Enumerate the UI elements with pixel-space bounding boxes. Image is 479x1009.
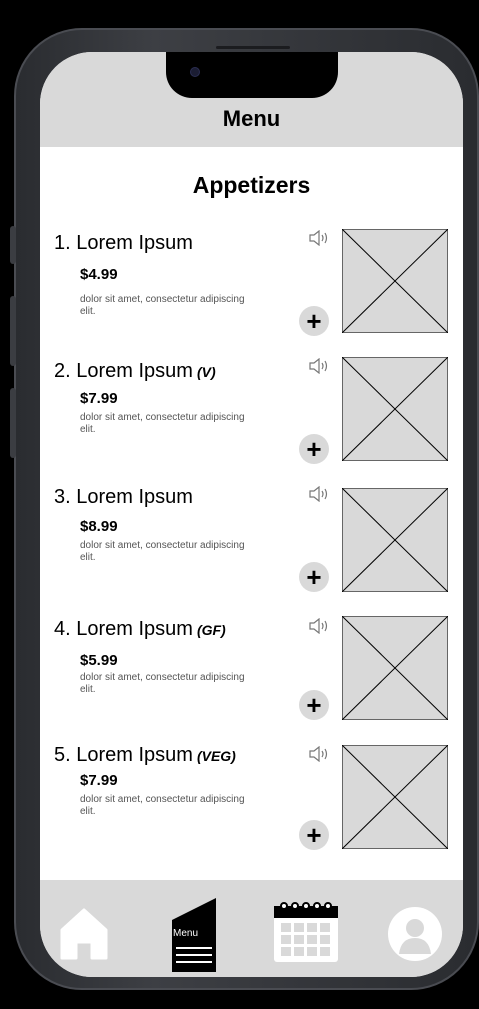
menu-nav-label: Menu: [173, 928, 199, 939]
menu-item: 3. Lorem Ipsum $8.99 dolor sit amet, con…: [40, 486, 463, 606]
side-button: [10, 226, 16, 264]
menu-item: 4. Lorem Ipsum (GF) $5.99 dolor sit amet,…: [40, 616, 463, 738]
image-placeholder: [342, 357, 448, 461]
phone-screen: Menu Appetizers 1. Lorem Ipsum $4.99 dol…: [40, 52, 463, 977]
item-price: $7.99: [80, 390, 118, 407]
add-to-order-button[interactable]: +: [299, 690, 329, 720]
item-name: 3. Lorem Ipsum: [54, 486, 193, 508]
speaker-icon[interactable]: [308, 618, 332, 634]
item-price: $7.99: [80, 772, 118, 789]
add-to-order-button[interactable]: +: [299, 306, 329, 336]
bottom-nav-bar: Menu: [40, 880, 463, 977]
image-placeholder: [342, 616, 448, 720]
volume-down-button: [10, 388, 16, 458]
volume-up-button: [10, 296, 16, 366]
image-placeholder: [342, 745, 448, 849]
item-description: dolor sit amet, consectetur adipiscing e…: [80, 412, 245, 435]
menu-item: 1. Lorem Ipsum $4.99 dolor sit amet, con…: [40, 229, 463, 352]
item-description: dolor sit amet, consectetur adipiscing e…: [80, 794, 245, 817]
add-to-order-button[interactable]: +: [299, 820, 329, 850]
section-title: Appetizers: [192, 172, 311, 198]
add-to-order-button[interactable]: +: [299, 562, 329, 592]
item-dietary-tag: (VEG): [196, 748, 236, 764]
item-description: dolor sit amet, consectetur adipiscing e…: [80, 540, 245, 563]
item-description: dolor sit amet, consectetur adipiscing e…: [80, 672, 245, 695]
speaker-grille: [216, 46, 290, 49]
item-dietary-tag: (GF): [196, 622, 226, 638]
calendar-icon[interactable]: [273, 898, 339, 964]
speaker-icon[interactable]: [308, 230, 332, 246]
item-dietary-tag: (V): [196, 364, 216, 380]
speaker-icon[interactable]: [308, 486, 332, 502]
image-placeholder: [342, 488, 448, 592]
image-placeholder: [342, 229, 448, 333]
item-price: $8.99: [80, 518, 118, 535]
item-description: dolor sit amet, consectetur adipiscing e…: [80, 294, 245, 317]
item-name: 5. Lorem Ipsum (VEG): [54, 744, 236, 766]
menu-item: 2. Lorem Ipsum (V) $7.99 dolor sit amet, …: [40, 357, 463, 480]
item-price: $5.99: [80, 652, 118, 669]
page-title: Menu: [222, 106, 281, 131]
speaker-icon[interactable]: [308, 358, 332, 374]
camera-icon: [190, 67, 200, 77]
item-price: $4.99: [80, 266, 118, 283]
item-name: 4. Lorem Ipsum (GF): [54, 618, 226, 640]
menu-item: 5. Lorem Ipsum (VEG) $7.99 dolor sit amet…: [40, 744, 463, 864]
speaker-icon[interactable]: [308, 746, 332, 762]
profile-icon[interactable]: [387, 906, 443, 962]
item-name: 1. Lorem Ipsum: [54, 232, 193, 254]
menu-nav-button[interactable]: Menu: [170, 898, 218, 972]
add-to-order-button[interactable]: +: [299, 434, 329, 464]
home-icon[interactable]: [60, 908, 108, 960]
item-name: 2. Lorem Ipsum (V): [54, 360, 216, 382]
